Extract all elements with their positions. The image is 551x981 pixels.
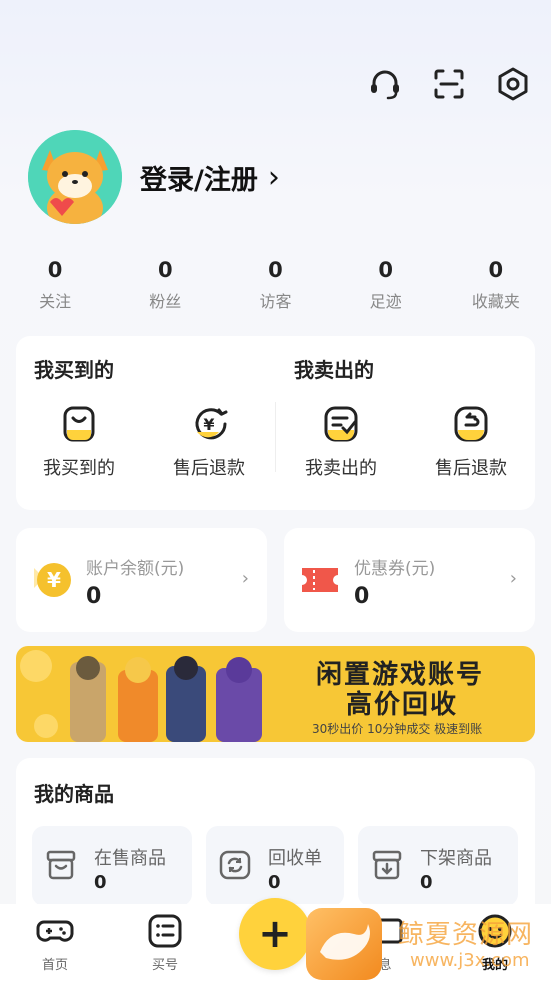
divider bbox=[275, 402, 276, 472]
tab-label: 首页 bbox=[41, 958, 68, 973]
tab-buy-account[interactable]: 买号 bbox=[130, 912, 200, 973]
stat-following[interactable]: 0 关注 bbox=[0, 258, 110, 312]
svg-text:¥: ¥ bbox=[47, 568, 61, 592]
shop-box-icon bbox=[44, 848, 78, 882]
bought-section-title: 我买到的 bbox=[34, 358, 114, 382]
recycle-banner[interactable]: 闲置游戏账号 高价回收 30秒出价 10分钟成交 极速到账 bbox=[16, 646, 535, 742]
stat-favorites[interactable]: 0 收藏夹 bbox=[441, 258, 551, 312]
chevron-right-icon: › bbox=[241, 568, 249, 589]
offshelf-icon bbox=[370, 848, 404, 882]
stats-row: 0 关注 0 粉丝 0 访客 0 足迹 0 收藏夹 bbox=[0, 258, 551, 312]
chevron-right-icon: › bbox=[509, 568, 517, 589]
coupon-value: 0 bbox=[354, 584, 370, 609]
ticket-icon bbox=[300, 560, 340, 600]
goods-item-label: 在售商品 bbox=[94, 848, 166, 869]
stat-value: 0 bbox=[47, 258, 63, 282]
orders-card: 我买到的 我卖出的 我买到的 ¥ 售后退款 我卖出的 售后退款 bbox=[16, 336, 535, 510]
order-item-label: 我买到的 bbox=[43, 458, 115, 479]
stat-value: 0 bbox=[157, 258, 173, 282]
goods-section-title: 我的商品 bbox=[34, 782, 114, 806]
banner-title-line2: 高价回收 bbox=[346, 690, 459, 720]
my-goods-card: 我的商品 在售商品 0 回收单 0 下架商品 0 bbox=[16, 758, 535, 918]
sold-list-icon bbox=[321, 404, 361, 444]
tab-label: 买号 bbox=[151, 958, 178, 973]
goods-item-on-sale[interactable]: 在售商品 0 bbox=[32, 826, 192, 906]
tab-home[interactable]: 首页 bbox=[20, 912, 90, 973]
order-item-refund-bought[interactable]: ¥ 售后退款 bbox=[154, 404, 264, 480]
list-icon bbox=[146, 912, 184, 950]
banner-subtitle: 30秒出价 10分钟成交 极速到账 bbox=[312, 722, 483, 736]
stat-footprints[interactable]: 0 足迹 bbox=[331, 258, 441, 312]
goods-item-value: 0 bbox=[94, 872, 107, 893]
balance-card[interactable]: ¥ 账户余额(元) 0 › bbox=[16, 528, 267, 632]
stat-label: 粉丝 bbox=[149, 292, 182, 311]
goods-item-label: 下架商品 bbox=[420, 848, 492, 869]
stat-value: 0 bbox=[268, 258, 283, 282]
balance-value: 0 bbox=[86, 584, 102, 609]
scan-icon[interactable] bbox=[431, 66, 467, 102]
bag-icon bbox=[59, 404, 99, 444]
stat-value: 0 bbox=[488, 258, 504, 282]
publish-button[interactable]: + bbox=[239, 898, 311, 970]
coupon-card[interactable]: 优惠券(元) 0 › bbox=[284, 528, 535, 632]
order-item-label: 售后退款 bbox=[435, 458, 507, 479]
login-label: 登录/注册 bbox=[140, 164, 258, 196]
stat-fans[interactable]: 0 粉丝 bbox=[110, 258, 220, 312]
stat-label: 访客 bbox=[259, 292, 292, 311]
refund-icon: ¥ bbox=[189, 404, 229, 444]
order-item-refund-sold[interactable]: 售后退款 bbox=[416, 404, 526, 480]
goods-item-recycle[interactable]: 回收单 0 bbox=[206, 826, 344, 906]
stat-label: 足迹 bbox=[369, 292, 402, 311]
chevron-right-icon: › bbox=[267, 159, 280, 195]
coupon-label: 优惠券(元) bbox=[354, 559, 436, 579]
login-register-link[interactable]: 登录/注册 › bbox=[140, 158, 280, 197]
order-item-bought[interactable]: 我买到的 bbox=[24, 404, 134, 480]
order-item-sold[interactable]: 我卖出的 bbox=[286, 404, 396, 480]
balance-label: 账户余额(元) bbox=[86, 559, 185, 579]
watermark: 鲸夏资源网 www.j3x.com bbox=[306, 906, 551, 981]
settings-icon[interactable] bbox=[495, 66, 531, 102]
stat-label: 关注 bbox=[39, 292, 72, 311]
recycle-icon bbox=[218, 848, 252, 882]
svg-text:¥: ¥ bbox=[203, 415, 214, 434]
game-characters-illustration bbox=[20, 650, 262, 742]
goods-item-value: 0 bbox=[420, 872, 433, 893]
watermark-url: www.j3x.com bbox=[410, 950, 530, 971]
order-item-label: 我卖出的 bbox=[305, 458, 377, 479]
stat-value: 0 bbox=[378, 258, 393, 282]
profile-header: 登录/注册 › bbox=[28, 130, 280, 224]
watermark-text: 鲸夏资源网 bbox=[398, 920, 534, 950]
stat-visitors[interactable]: 0 访客 bbox=[220, 258, 330, 312]
top-toolbar bbox=[367, 66, 531, 102]
sold-section-title: 我卖出的 bbox=[294, 358, 374, 382]
goods-item-label: 回收单 bbox=[268, 848, 322, 869]
yuan-coin-icon: ¥ bbox=[32, 560, 72, 600]
headset-icon[interactable] bbox=[367, 66, 403, 102]
stat-label: 收藏夹 bbox=[471, 292, 520, 311]
gamepad-icon bbox=[36, 912, 74, 950]
goods-item-off-shelf[interactable]: 下架商品 0 bbox=[358, 826, 518, 906]
avatar[interactable] bbox=[28, 130, 122, 224]
return-icon bbox=[451, 404, 491, 444]
order-item-label: 售后退款 bbox=[173, 458, 245, 479]
goods-item-value: 0 bbox=[268, 872, 281, 893]
whale-logo-icon bbox=[306, 908, 382, 980]
